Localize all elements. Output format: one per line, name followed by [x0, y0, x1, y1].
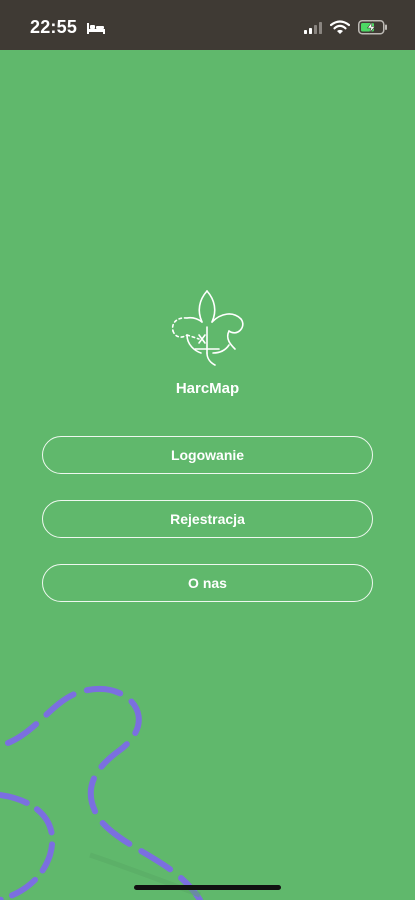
status-time: 22:55	[30, 17, 78, 37]
app-name: HarcMap	[175, 380, 240, 397]
home-indicator[interactable]	[134, 885, 281, 890]
scout-lily-map-icon	[171, 290, 244, 366]
login-button[interactable]: Logowanie	[42, 436, 373, 474]
status-bar: 22:55	[0, 0, 415, 50]
signal-icon	[304, 22, 322, 34]
wifi-icon	[330, 20, 350, 34]
battery-charging-icon	[358, 20, 387, 35]
about-us-button[interactable]: O nas	[42, 564, 373, 602]
bed-icon	[87, 23, 105, 34]
background-trail-decoration	[0, 685, 203, 900]
register-button[interactable]: Rejestracja	[42, 500, 373, 538]
